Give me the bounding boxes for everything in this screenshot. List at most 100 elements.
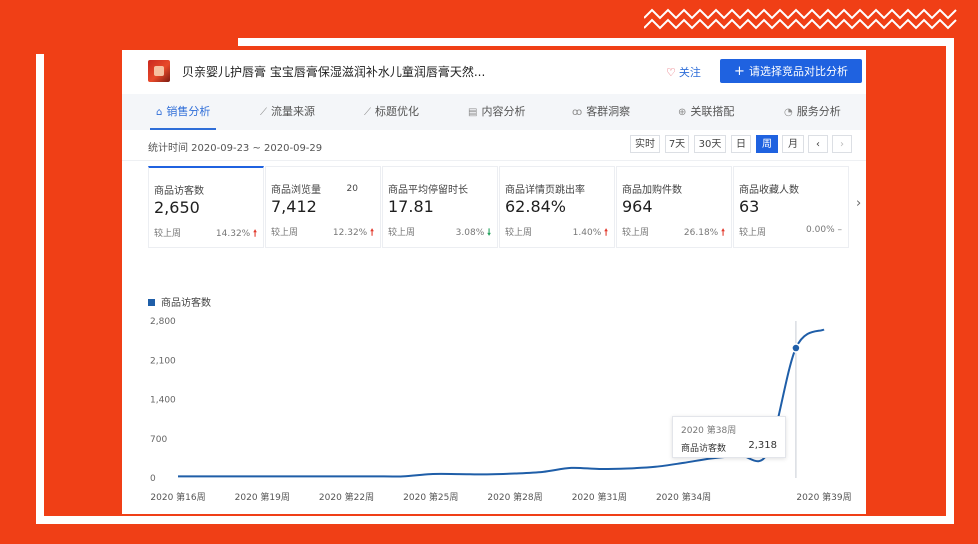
tooltip-title: 2020 第38周 <box>681 426 737 436</box>
analysis-tabs: ⌂ 销售分析 ⟋ 流量来源 ⟋ 标题优化 ▤ 内容分析 ꝏ 客群洞察 ⊕ 关联搭配 ◔ 服务分… <box>122 94 866 130</box>
tab-label: 流量来源 <box>271 105 315 118</box>
metric-card-avg-stay[interactable]: 商品平均停留时长 17.81 较上周 3.08% 🠗 <box>382 166 498 248</box>
x-tick-label: 2020 第16周 <box>150 491 205 503</box>
metric-value: 17.81 <box>388 197 434 216</box>
metric-card-favorites[interactable]: 商品收藏人数 63 较上周 0.00% – <box>733 166 849 248</box>
trend-icon: ⟋ <box>364 107 371 118</box>
x-tick-label: 2020 第22周 <box>319 491 374 503</box>
metric-name: 商品平均停留时长 <box>388 185 468 196</box>
metric-compare-label: 较上周 <box>271 228 299 238</box>
plus-icon: + <box>734 63 745 79</box>
frame-border-right <box>946 38 954 524</box>
metric-change: 1.40% 🠕 <box>573 225 608 241</box>
product-thumbnail <box>148 60 170 82</box>
tab-title-optimization[interactable]: ⟋ 标题优化 <box>364 94 419 130</box>
tab-traffic-source[interactable]: ⟋ 流量来源 <box>260 94 315 130</box>
prev-period-button[interactable]: ‹ <box>808 135 828 153</box>
period-day-button[interactable]: 日 <box>731 135 751 153</box>
visitors-line-chart: 0 700 1,400 2,100 2,800 2020 第16周 2020 第19周 202… <box>150 317 852 503</box>
arrow-up-icon: 🠕 <box>604 228 608 238</box>
tab-content-analysis[interactable]: ▤ 内容分析 <box>468 94 525 130</box>
trend-icon: ⟋ <box>260 107 267 118</box>
x-tick-label: 2020 第34周 <box>656 491 711 503</box>
legend-label: 商品访客数 <box>161 298 211 309</box>
tab-label: 内容分析 <box>481 105 526 118</box>
chart-legend: 商品访客数 <box>148 294 211 309</box>
chevron-right-icon: › <box>840 139 844 150</box>
metric-compare-label: 较上周 <box>154 229 182 239</box>
metric-change: 3.08% 🠗 <box>456 225 491 241</box>
chevron-left-icon: ‹ <box>816 139 820 150</box>
y-tick-label: 1,400 <box>150 396 176 406</box>
compare-competitor-button[interactable]: + 请选择竞品对比分析 <box>720 59 862 83</box>
metric-value: 7,412 <box>271 197 317 216</box>
metric-name: 商品详情页跳出率 <box>505 185 585 196</box>
date-filter-bar: 统计时间 2020-09-23 ~ 2020-09-29 实时 7天 30天 日… <box>122 130 866 161</box>
metric-compare-label: 较上周 <box>388 228 416 238</box>
tooltip-series-name: 商品访客数 <box>681 444 727 454</box>
metric-change-value: 12.32% <box>332 228 368 238</box>
tab-related-matching[interactable]: ⊕ 关联搭配 <box>678 94 734 130</box>
follow-button[interactable]: ♡ 关注 <box>666 64 701 80</box>
arrow-up-icon: 🠕 <box>721 228 725 238</box>
metric-value: 964 <box>622 197 653 216</box>
metric-name: 商品访客数 <box>154 186 204 197</box>
legend-swatch <box>148 299 155 306</box>
link-icon: ⊕ <box>678 107 687 118</box>
metric-card-add-to-cart[interactable]: 商品加购件数 964 较上周 26.18% 🠕 <box>616 166 732 248</box>
frame-border-bottom <box>36 516 954 524</box>
y-tick-label: 2,800 <box>150 317 176 327</box>
tab-service-analysis[interactable]: ◔ 服务分析 <box>784 94 841 130</box>
metric-badge: 20 <box>346 184 358 194</box>
tab-label: 销售分析 <box>166 105 211 118</box>
period-week-button[interactable]: 周 <box>756 135 778 153</box>
x-tick-label: 2020 第39周 <box>796 491 851 503</box>
metric-change: 14.32% 🠕 <box>216 226 257 242</box>
product-title: 贝亲婴儿护唇膏 宝宝唇膏保湿滋润补水儿童润唇膏天然... <box>182 65 486 79</box>
y-tick-label: 700 <box>150 435 167 445</box>
metric-change: 12.32% 🠕 <box>333 225 374 241</box>
metric-value: 62.84% <box>505 197 567 216</box>
tab-audience-insight[interactable]: ꝏ 客群洞察 <box>572 94 630 130</box>
arrow-down-icon: 🠗 <box>487 228 491 238</box>
heart-icon: ♡ <box>666 66 676 79</box>
service-icon: ◔ <box>784 107 793 118</box>
tab-sales-analysis[interactable]: ⌂ 销售分析 <box>149 94 217 130</box>
date-range-label: 统计时间 2020-09-23 ~ 2020-09-29 <box>148 143 323 154</box>
metric-card-pageviews[interactable]: 商品浏览量 20 7,412 较上周 12.32% 🠕 <box>265 166 381 248</box>
period-realtime-button[interactable]: 实时 <box>630 135 660 153</box>
metric-card-visitors[interactable]: 商品访客数 2,650 较上周 14.32% 🠕 <box>148 166 264 248</box>
home-icon: ⌂ <box>156 107 163 118</box>
metric-change-value: 26.18% <box>683 228 719 238</box>
tab-label: 标题优化 <box>375 105 419 118</box>
cards-next-arrow[interactable]: › <box>856 196 861 211</box>
compare-label: 请选择竞品对比分析 <box>748 65 848 78</box>
document-icon: ▤ <box>468 107 478 118</box>
x-tick-label: 2020 第28周 <box>487 491 542 503</box>
y-tick-label: 2,100 <box>150 356 176 366</box>
metric-cards: 商品访客数 2,650 较上周 14.32% 🠕 商品浏览量 20 7,412 … <box>148 166 852 248</box>
frame-border-left <box>36 54 44 524</box>
metric-name: 商品浏览量 <box>271 185 321 196</box>
metric-change: 0.00% – <box>806 225 842 235</box>
product-header: 贝亲婴儿护唇膏 宝宝唇膏保湿滋润补水儿童润唇膏天然... ♡ 关注 + 请选择竞品对… <box>122 50 866 95</box>
frame-border-top <box>238 38 954 46</box>
period-7day-button[interactable]: 7天 <box>665 135 689 153</box>
x-tick-label: 2020 第19周 <box>235 491 290 503</box>
follow-label: 关注 <box>678 66 701 79</box>
chart-tooltip: 2020 第38周 商品访客数 2,318 <box>672 416 786 458</box>
period-30day-button[interactable]: 30天 <box>694 135 726 153</box>
next-period-button[interactable]: › <box>832 135 852 153</box>
metric-name: 商品收藏人数 <box>739 185 799 196</box>
chevron-right-icon: › <box>856 196 862 211</box>
metric-value: 63 <box>739 197 760 216</box>
highlight-point <box>791 343 801 353</box>
x-tick-label: 2020 第25周 <box>403 491 458 503</box>
metric-name: 商品加购件数 <box>622 185 682 196</box>
metric-card-bounce-rate[interactable]: 商品详情页跳出率 62.84% 较上周 1.40% 🠕 <box>499 166 615 248</box>
tooltip-value: 2,318 <box>748 440 777 451</box>
tab-label: 客群洞察 <box>586 105 631 118</box>
metric-value: 2,650 <box>154 198 200 217</box>
y-tick-label: 0 <box>150 474 156 484</box>
period-month-button[interactable]: 月 <box>782 135 804 153</box>
